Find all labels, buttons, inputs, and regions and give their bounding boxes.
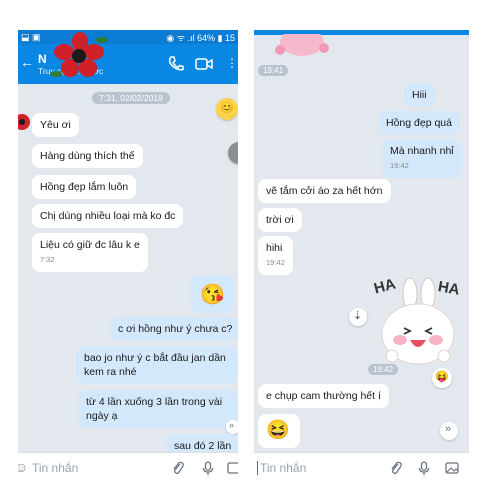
reaction-emoji[interactable]: 😝 (432, 368, 452, 388)
message-sent[interactable]: Hiii (404, 83, 435, 107)
message-text: Liệu có giữ đc lâu k e (40, 239, 140, 251)
message-time: 19:42 (390, 161, 409, 170)
message-text: Hàng dùng thích thế (40, 150, 135, 162)
contact-name[interactable]: N (38, 52, 47, 66)
message-sent[interactable]: c ơi hồng như ý chưa c? (110, 317, 238, 341)
message-text: vẽ tắm cởi áo za hết hớn (266, 185, 383, 197)
message-received[interactable]: Hồng đẹp lắm luôn (32, 175, 137, 199)
status-time: 15 (224, 32, 235, 43)
microphone-icon[interactable] (416, 460, 432, 476)
message-received[interactable]: Liệu có giữ đc lâu k e 7:32 (32, 233, 148, 272)
message-received[interactable]: trời ơi (258, 208, 302, 232)
message-time: 19:42 (266, 258, 285, 267)
message-time: 7:32 (40, 255, 55, 264)
scroll-down-button[interactable]: » (226, 420, 238, 434)
video-call-icon[interactable] (194, 54, 214, 74)
message-text: Hồng đẹp lắm luôn (40, 181, 129, 193)
chat-screen-left: ⬓ ▣ ◉ ᯤ .ıl 64% ▮ 15 ← N Truy cập ... tr… (18, 30, 238, 482)
pink-sticker-partial (275, 34, 329, 56)
attachment-icon[interactable] (170, 460, 186, 476)
text-cursor (257, 461, 258, 475)
attachment-icon[interactable] (388, 460, 404, 476)
sent-emoji-sticker[interactable]: 😘 (190, 275, 234, 313)
message-text: Hiii (412, 89, 427, 101)
message-sent[interactable]: Hồng đẹp quá (378, 111, 460, 135)
phone-call-icon[interactable] (166, 54, 186, 74)
message-text: Mà nhanh nhỉ (390, 145, 454, 157)
message-received[interactable]: Hàng dùng thích thế (32, 144, 143, 168)
message-received[interactable]: hihi 19:42 (258, 236, 293, 275)
message-text: Yêu ơi (40, 119, 71, 131)
battery-level: 64% (197, 32, 216, 43)
time-chip: 19:41 (258, 65, 289, 76)
emoji-message[interactable]: 😆 (258, 414, 300, 448)
message-text: sau đó 2 lần (174, 440, 232, 452)
microphone-icon[interactable] (200, 460, 216, 476)
date-separator: 7:31, 02/02/2019 (92, 92, 170, 104)
message-sent[interactable]: bao jo như ý c bắt đầu jan dần kem ra nh… (76, 346, 238, 384)
message-text: e chụp cam thường hết í (266, 390, 381, 402)
message-input[interactable]: Tin nhắn (32, 461, 78, 475)
download-sticker-button[interactable]: ⇣ (349, 308, 367, 326)
status-icons-right: ◉ ᯤ .ıl 64% ▮ 15 (166, 32, 235, 43)
back-arrow-icon[interactable]: ← (20, 54, 34, 70)
flower-sticker (50, 32, 108, 77)
emoji-icon[interactable]: ☺ (18, 459, 28, 475)
message-text: Chị dùng nhiều loại mà ko đc (40, 210, 176, 222)
time-chip: 19:42 (368, 364, 399, 375)
message-text: hihi (266, 242, 283, 254)
message-received[interactable]: vẽ tắm cởi áo za hết hớn (258, 179, 391, 203)
message-input-bar: Tin nhắn (254, 452, 469, 482)
scroll-handle[interactable] (228, 142, 238, 164)
chat-screen-right: 19:41 Hiii Hồng đẹp quá Mà nhanh nhỉ 19:… (254, 30, 469, 482)
message-sent[interactable]: từ 4 lần xuống 3 lần trong vài ngày ạ (78, 390, 238, 428)
message-text: c ơi hồng như ý chưa c? (118, 323, 233, 335)
sticker-text-right: HA (436, 278, 461, 299)
more-options-icon[interactable]: ⋮ (226, 56, 238, 70)
message-received[interactable]: e chụp cam thường hết í (258, 384, 389, 408)
message-text: bao jo như ý c bắt đầu jan dần kem ra nh… (84, 352, 226, 378)
message-received[interactable]: Chị dùng nhiều loại mà ko đc (32, 204, 184, 228)
avatar[interactable] (18, 110, 32, 134)
message-text: từ 4 lần xuống 3 lần trong vài ngày ạ (86, 396, 223, 422)
message-input-bar: ☺ Tin nhắn (18, 452, 238, 482)
bunny-sticker[interactable]: HA HA (370, 270, 466, 370)
reaction-emoji[interactable]: 😊 (216, 98, 238, 120)
message-sent[interactable]: Mà nhanh nhỉ 19:42 (382, 139, 462, 178)
image-icon[interactable] (226, 460, 238, 476)
message-received[interactable]: Yêu ơi (32, 113, 79, 137)
image-icon[interactable] (444, 460, 460, 476)
scroll-down-button[interactable]: » (440, 422, 458, 440)
message-text: trời ơi (266, 214, 294, 226)
message-input[interactable]: Tin nhắn (260, 461, 306, 475)
message-text: Hồng đẹp quá (386, 117, 452, 129)
